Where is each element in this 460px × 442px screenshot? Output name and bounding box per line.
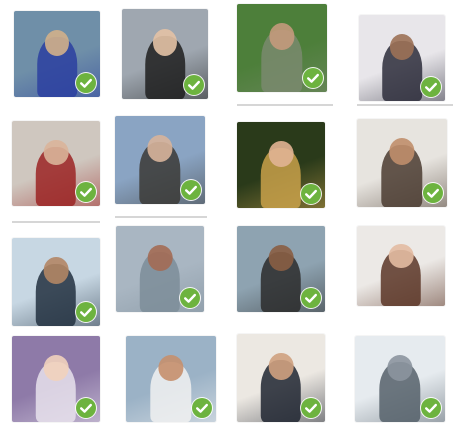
checkmark-icon[interactable] [301, 288, 321, 308]
photo-tile[interactable] [14, 11, 100, 97]
photo-tile[interactable] [237, 226, 325, 312]
photo-subject-head [387, 354, 413, 381]
checkmark-icon[interactable] [301, 398, 321, 418]
photo-tile[interactable] [126, 336, 216, 422]
checkmark-icon[interactable] [180, 288, 200, 308]
checkmark-icon[interactable] [184, 75, 204, 95]
photo-subject-head [268, 140, 294, 167]
checkmark-icon[interactable] [421, 398, 441, 418]
photo-tile[interactable] [357, 119, 447, 207]
checkmark-icon[interactable] [301, 184, 321, 204]
photo-subject-head [44, 29, 70, 56]
row-divider [237, 104, 333, 106]
photo-subject-head [389, 33, 415, 60]
checkmark-icon[interactable] [181, 180, 201, 200]
photo-tile[interactable] [116, 226, 204, 312]
photo-subject-head [268, 244, 294, 271]
photo-subject-head [43, 257, 69, 284]
photo-subject-head [147, 244, 173, 271]
photo-subject-head [158, 354, 184, 381]
photo-subject-head [268, 353, 294, 380]
photo-tile[interactable] [237, 122, 325, 208]
photo-subject-head [43, 354, 69, 381]
checkmark-icon[interactable] [76, 182, 96, 202]
row-divider [357, 104, 453, 106]
photo-subject-head [152, 28, 178, 56]
photo-tile[interactable] [359, 15, 445, 101]
photo-tile[interactable] [357, 226, 445, 306]
checkmark-icon[interactable] [76, 398, 96, 418]
photo-subject-head [388, 243, 414, 268]
photo-tile[interactable] [122, 9, 208, 99]
checkmark-icon[interactable] [76, 302, 96, 322]
photo-tile[interactable] [12, 336, 100, 422]
row-divider [115, 216, 207, 218]
photo-tile[interactable] [12, 121, 100, 206]
checkmark-icon[interactable] [76, 73, 96, 93]
checkmark-icon[interactable] [303, 68, 323, 88]
photo-tile[interactable] [237, 334, 325, 422]
photo-grid [0, 0, 460, 442]
photo-tile[interactable] [115, 116, 205, 204]
photo-tile[interactable] [237, 4, 327, 92]
checkmark-icon[interactable] [423, 183, 443, 203]
photo-tile[interactable] [355, 336, 445, 422]
photo-tile[interactable] [12, 238, 100, 326]
checkmark-icon[interactable] [421, 77, 441, 97]
row-divider [12, 221, 100, 223]
photo-subject-head [43, 139, 69, 166]
checkmark-icon[interactable] [192, 398, 212, 418]
